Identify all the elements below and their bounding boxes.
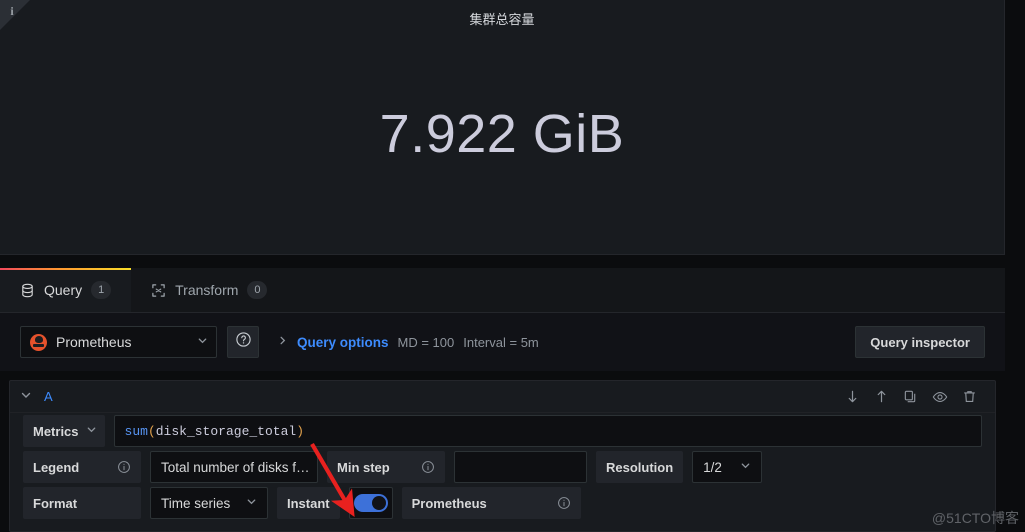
- chevron-down-icon: [86, 424, 97, 438]
- resolution-label: Resolution: [596, 451, 684, 483]
- chevron-right-icon: [277, 335, 288, 349]
- duplicate-query-icon[interactable]: [903, 389, 918, 404]
- datasource-help-button[interactable]: [227, 326, 259, 358]
- move-query-down-icon[interactable]: [845, 389, 860, 404]
- format-options-row: Format Time series Instant Prometheus: [10, 485, 995, 521]
- watermark: @51CTO博客: [931, 510, 1019, 526]
- min-step-input[interactable]: [454, 451, 587, 483]
- tab-transform-label: Transform: [175, 282, 239, 298]
- format-select[interactable]: Time series: [150, 487, 268, 519]
- chevron-down-icon: [197, 335, 208, 349]
- tab-query[interactable]: Query 1: [0, 268, 132, 312]
- datasource-exemplar-pill: Prometheus: [401, 487, 581, 519]
- query-row-actions: [845, 389, 987, 405]
- legend-format-input[interactable]: Total number of disks f…: [150, 451, 318, 483]
- tab-transform[interactable]: Transform 0: [131, 268, 287, 312]
- interval-value: Interval = 5m: [463, 334, 539, 350]
- resolution-value: 1/2: [703, 459, 722, 475]
- legend-label: Legend: [33, 459, 80, 475]
- instant-toggle-switch[interactable]: [348, 487, 393, 519]
- query-inspector-button[interactable]: Query inspector: [855, 326, 985, 358]
- legend-value: Total number of disks f…: [161, 459, 310, 475]
- expression-argument: disk_storage_total: [155, 423, 297, 439]
- delete-query-trash-icon[interactable]: [962, 389, 977, 404]
- move-query-up-icon[interactable]: [874, 389, 889, 404]
- min-step-label: Min step: [337, 459, 390, 475]
- metrics-browser-button[interactable]: Metrics: [23, 415, 105, 447]
- prometheus-logo-icon: [30, 333, 47, 351]
- query-editor-row-a: A Metrics sum (disk_storage_total) Leg…: [9, 380, 996, 532]
- legend-label-group: Legend: [23, 451, 141, 483]
- toggle-visibility-eye-icon[interactable]: [932, 389, 948, 405]
- chevron-down-icon[interactable]: [20, 389, 32, 404]
- min-step-label-group: Min step: [327, 451, 445, 483]
- metrics-label: Metrics: [33, 423, 79, 439]
- format-label: Format: [23, 487, 141, 519]
- query-row-header: A: [10, 381, 995, 413]
- database-icon: [20, 283, 35, 298]
- chevron-down-icon: [246, 496, 257, 510]
- chevron-down-icon: [740, 460, 751, 474]
- query-expression-input[interactable]: sum(disk_storage_total): [113, 415, 982, 447]
- expression-open-paren: (: [147, 423, 156, 439]
- format-value: Time series: [161, 495, 231, 511]
- editor-tabs: Query 1 Transform 0: [0, 268, 1005, 313]
- tab-transform-badge: 0: [247, 281, 268, 299]
- tab-query-label: Query: [44, 282, 83, 298]
- help-circle-icon: [235, 331, 252, 353]
- legend-options-row: Legend Total number of disks f… Min step…: [10, 449, 995, 485]
- info-circle-icon[interactable]: [421, 460, 435, 474]
- stat-panel-body: 7.922 GiB: [0, 30, 1004, 254]
- stat-value: 7.922 GiB: [379, 104, 625, 164]
- expression-function: sum: [124, 423, 148, 439]
- max-data-points-value: MD = 100: [397, 334, 455, 350]
- datasource-picker[interactable]: Prometheus: [20, 326, 217, 358]
- metrics-row: Metrics sum(disk_storage_total): [10, 413, 995, 449]
- tab-query-badge: 1: [91, 281, 112, 299]
- query-options-toggle[interactable]: Query options MD = 100 Interval = 5m: [277, 335, 539, 350]
- grafana-panel-edit-screen: i 集群总容量 7.922 GiB Query 1 Transform 0 Pr…: [0, 0, 1025, 532]
- info-circle-icon[interactable]: [117, 460, 131, 474]
- transform-icon: [151, 283, 166, 298]
- datasource-pill-label: Prometheus: [411, 495, 487, 511]
- page-title: 集群总容量: [469, 12, 535, 27]
- resolution-select[interactable]: 1/2: [692, 451, 763, 483]
- query-options-label: Query options: [297, 334, 389, 350]
- expression-close-paren: ): [296, 423, 304, 439]
- query-ref-id[interactable]: A: [44, 389, 53, 404]
- datasource-name: Prometheus: [56, 334, 132, 350]
- panel-preview: i 集群总容量 7.922 GiB: [0, 0, 1005, 255]
- datasource-toolbar: Prometheus Query options MD = 100 Interv…: [0, 313, 1005, 371]
- right-gutter: [1005, 0, 1025, 532]
- toggle-switch-on-icon: [353, 494, 388, 512]
- info-circle-icon[interactable]: [557, 496, 571, 510]
- toggle-knob: [371, 496, 386, 510]
- instant-label: Instant: [277, 487, 340, 519]
